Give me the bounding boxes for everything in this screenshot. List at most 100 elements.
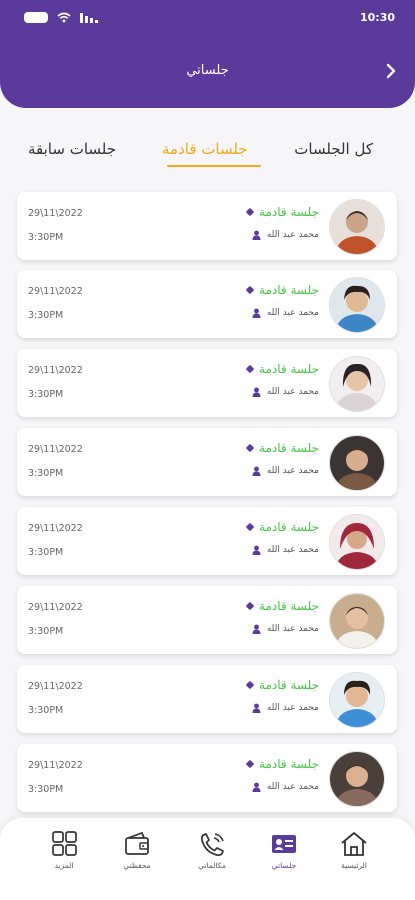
session-time: 3:30PM bbox=[28, 626, 64, 637]
user-icon bbox=[252, 230, 261, 240]
session-card[interactable]: جلسة قادمة محمد عبد الله 29\11\2022 3:30… bbox=[17, 192, 397, 260]
active-tab-indicator bbox=[167, 165, 261, 167]
session-date: 29\11\2022 bbox=[28, 365, 83, 376]
tag-icon bbox=[245, 522, 255, 532]
chevron-right-icon bbox=[386, 63, 396, 79]
session-status: جلسة قادمة bbox=[245, 678, 319, 692]
wallet-icon bbox=[125, 831, 149, 855]
bottom-nav: الرئيسية جلساتي مكالماتي محفظتي المزيد bbox=[0, 818, 415, 900]
user-icon bbox=[252, 545, 261, 555]
session-time: 3:30PM bbox=[28, 468, 64, 479]
tab-all-sessions[interactable]: كل الجلسات bbox=[294, 140, 373, 158]
tab-upcoming-sessions[interactable]: جلسات قادمة bbox=[162, 140, 248, 158]
app-header: 10:30 جلساتي bbox=[0, 0, 415, 108]
session-title: جلسة قادمة bbox=[259, 362, 319, 376]
nav-wallet[interactable]: محفظتي bbox=[107, 830, 167, 890]
session-status: جلسة قادمة bbox=[245, 205, 319, 219]
session-person: محمد عبد الله bbox=[252, 387, 319, 397]
phone-icon bbox=[200, 833, 224, 857]
back-button[interactable] bbox=[381, 60, 401, 82]
session-person: محمد عبد الله bbox=[252, 703, 319, 713]
session-time: 3:30PM bbox=[28, 389, 64, 400]
session-person: محمد عبد الله bbox=[252, 624, 319, 634]
tag-icon bbox=[245, 601, 255, 611]
avatar bbox=[329, 435, 385, 491]
session-title: جلسة قادمة bbox=[259, 283, 319, 297]
tab-past-sessions[interactable]: جلسات سابقة bbox=[28, 140, 116, 158]
session-card[interactable]: جلسة قادمة محمد عبد الله 29\11\2022 3:30… bbox=[17, 507, 397, 575]
session-time: 3:30PM bbox=[28, 705, 64, 716]
nav-home[interactable]: الرئيسية bbox=[324, 830, 384, 890]
nav-label: المزيد bbox=[54, 861, 74, 870]
person-name: محمد عبد الله bbox=[266, 387, 319, 397]
avatar bbox=[329, 593, 385, 649]
session-time: 3:30PM bbox=[28, 547, 64, 558]
battery-icon bbox=[24, 11, 48, 23]
tag-icon bbox=[245, 364, 255, 374]
session-person: محمد عبد الله bbox=[252, 308, 319, 318]
person-name: محمد عبد الله bbox=[266, 466, 319, 476]
session-date: 29\11\2022 bbox=[28, 444, 83, 455]
tag-icon bbox=[245, 443, 255, 453]
user-icon bbox=[252, 703, 261, 713]
nav-label: مكالماتي bbox=[198, 861, 226, 870]
avatar bbox=[329, 277, 385, 333]
tag-icon bbox=[245, 680, 255, 690]
status-time: 10:30 bbox=[359, 10, 395, 24]
person-name: محمد عبد الله bbox=[266, 624, 319, 634]
person-name: محمد عبد الله bbox=[266, 782, 319, 792]
status-bar: 10:30 bbox=[24, 8, 395, 26]
session-date: 29\11\2022 bbox=[28, 286, 83, 297]
person-name: محمد عبد الله bbox=[266, 230, 319, 240]
session-time: 3:30PM bbox=[28, 232, 64, 243]
session-card[interactable]: جلسة قادمة محمد عبد الله 29\11\2022 3:30… bbox=[17, 586, 397, 654]
page-title: جلساتي bbox=[186, 63, 229, 78]
avatar bbox=[329, 672, 385, 728]
session-card[interactable]: جلسة قادمة محمد عبد الله 29\11\2022 3:30… bbox=[17, 665, 397, 733]
tag-icon bbox=[245, 207, 255, 217]
tag-icon bbox=[245, 285, 255, 295]
session-title: جلسة قادمة bbox=[259, 678, 319, 692]
session-status: جلسة قادمة bbox=[245, 757, 319, 771]
avatar bbox=[329, 514, 385, 570]
session-date: 29\11\2022 bbox=[28, 208, 83, 219]
session-date: 29\11\2022 bbox=[28, 602, 83, 613]
session-person: محمد عبد الله bbox=[252, 782, 319, 792]
avatar bbox=[329, 356, 385, 412]
session-title: جلسة قادمة bbox=[259, 441, 319, 455]
user-icon bbox=[252, 387, 261, 397]
session-time: 3:30PM bbox=[28, 784, 64, 795]
nav-label: جلساتي bbox=[271, 861, 297, 870]
user-icon bbox=[252, 466, 261, 476]
session-date: 29\11\2022 bbox=[28, 681, 83, 692]
session-card[interactable]: جلسة قادمة محمد عبد الله 29\11\2022 3:30… bbox=[17, 744, 397, 812]
session-title: جلسة قادمة bbox=[259, 599, 319, 613]
session-card[interactable]: جلسة قادمة محمد عبد الله 29\11\2022 3:30… bbox=[17, 428, 397, 496]
session-date: 29\11\2022 bbox=[28, 523, 83, 534]
wifi-icon bbox=[57, 12, 71, 22]
session-time: 3:30PM bbox=[28, 310, 64, 321]
session-status: جلسة قادمة bbox=[245, 283, 319, 297]
session-card[interactable]: جلسة قادمة محمد عبد الله 29\11\2022 3:30… bbox=[17, 349, 397, 417]
nav-label: الرئيسية bbox=[341, 861, 367, 870]
session-person: محمد عبد الله bbox=[252, 230, 319, 240]
user-icon bbox=[252, 624, 261, 634]
avatar bbox=[329, 199, 385, 255]
session-status: جلسة قادمة bbox=[245, 520, 319, 534]
nav-sessions[interactable]: جلساتي bbox=[254, 830, 314, 890]
session-status: جلسة قادمة bbox=[245, 599, 319, 613]
nav-more[interactable]: المزيد bbox=[34, 830, 94, 890]
session-tabs: كل الجلسات جلسات قادمة جلسات سابقة bbox=[0, 140, 415, 172]
session-person: محمد عبد الله bbox=[252, 466, 319, 476]
session-card[interactable]: جلسة قادمة محمد عبد الله 29\11\2022 3:30… bbox=[17, 270, 397, 338]
user-icon bbox=[252, 308, 261, 318]
avatar bbox=[329, 751, 385, 807]
session-title: جلسة قادمة bbox=[259, 205, 319, 219]
home-icon bbox=[341, 832, 367, 856]
nav-calls[interactable]: مكالماتي bbox=[182, 830, 242, 890]
session-status: جلسة قادمة bbox=[245, 441, 319, 455]
nav-label: محفظتي bbox=[123, 861, 151, 870]
person-name: محمد عبد الله bbox=[266, 308, 319, 318]
grid-icon bbox=[52, 831, 77, 856]
user-icon bbox=[252, 782, 261, 792]
